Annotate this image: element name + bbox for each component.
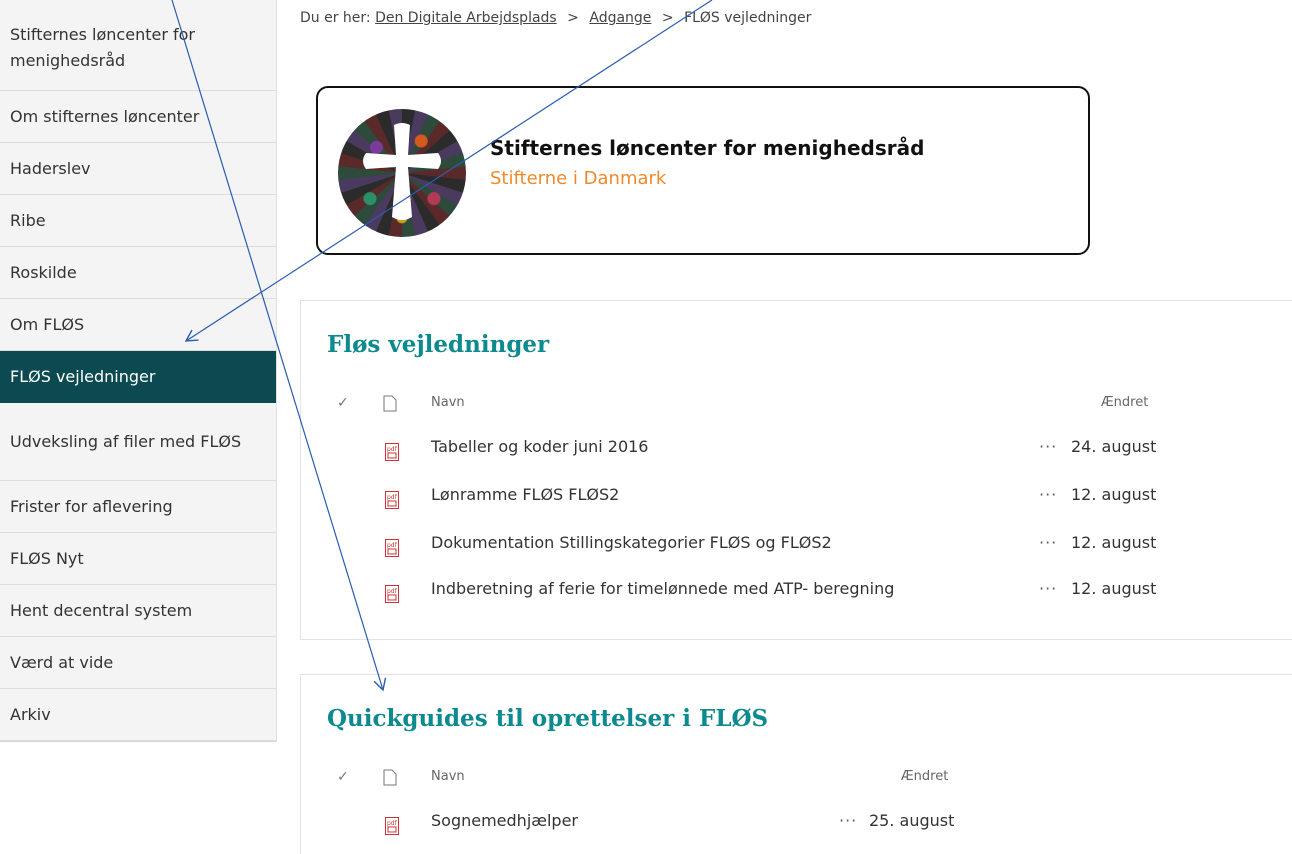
select-all-checkmark-icon[interactable]: ✓ — [337, 395, 349, 411]
nav-item-hent-decentral-system[interactable]: Hent decentral system — [0, 585, 276, 637]
pdf-icon: pdf — [385, 539, 399, 561]
site-banner: Stifternes løncenter for menighedsråd St… — [316, 86, 1090, 255]
more-options-icon[interactable]: ··· — [1039, 533, 1057, 552]
column-header-modified[interactable]: Ændret — [1101, 395, 1148, 410]
document-name-link[interactable]: Sognemedhjælper — [431, 811, 578, 830]
pdf-icon: pdf — [385, 491, 399, 513]
nav-item-label: Roskilde — [10, 262, 77, 282]
modified-date: 25. august — [869, 811, 955, 830]
more-options-icon[interactable]: ··· — [839, 811, 857, 830]
document-name-link[interactable]: Dokumentation Stillingskategorier FLØS o… — [431, 533, 832, 552]
svg-text:pdf: pdf — [387, 588, 398, 595]
document-type-icon[interactable] — [383, 395, 397, 416]
nav-item-om-stifternes-loncenter[interactable]: Om stifternes løncenter — [0, 91, 276, 143]
document-library-quickguides: Quickguides til oprettelser i FLØS ✓ Nav… — [300, 674, 1292, 854]
modified-date: 24. august — [1071, 437, 1157, 456]
nav-item-label: Hent decentral system — [10, 600, 193, 620]
banner-subtitle: Stifterne i Danmark — [490, 168, 667, 189]
svg-text:pdf: pdf — [387, 494, 398, 501]
nav-item-label: Om stifternes løncenter — [10, 106, 200, 126]
library-title[interactable]: Quickguides til oprettelser i FLØS — [327, 705, 768, 732]
document-library-flos-vejledninger: Fløs vejledninger ✓ Navn Ændret pdf Tabe… — [300, 300, 1292, 640]
breadcrumb-prefix: Du er her: — [300, 10, 371, 26]
more-options-icon[interactable]: ··· — [1039, 579, 1057, 598]
nav-item-label: Udveksling af filer med FLØS — [10, 431, 242, 451]
nav-item-label: Haderslev — [10, 158, 91, 178]
pdf-icon: pdf — [385, 585, 399, 607]
nav-item-label: Stifternes løncenter for menighedsråd — [10, 25, 195, 70]
document-name-link[interactable]: Indberetning af ferie for timelønnede me… — [431, 579, 894, 598]
document-row[interactable]: pdf Dokumentation Stillingskategorier FL… — [301, 533, 1292, 573]
select-all-checkmark-icon[interactable]: ✓ — [337, 769, 349, 785]
library-header-row: ✓ Navn Ændret — [301, 395, 1292, 415]
breadcrumb-link-den-digitale-arbejdsplads[interactable]: Den Digitale Arbejdsplads — [375, 10, 557, 26]
breadcrumb-link-adgange[interactable]: Adgange — [589, 10, 651, 26]
modified-date: 12. august — [1071, 579, 1157, 598]
more-options-icon[interactable]: ··· — [1039, 485, 1057, 504]
nav-item-udveksling-af-filer[interactable]: Udveksling af filer med FLØS — [0, 403, 276, 481]
document-row[interactable]: pdf Indberetning af ferie for timelønned… — [301, 579, 1292, 619]
nav-item-label: Arkiv — [10, 704, 51, 724]
breadcrumb-separator: > — [567, 10, 579, 26]
document-row[interactable]: pdf Tabeller og koder juni 2016 ··· 24. … — [301, 437, 1292, 477]
nav-item-label: Værd at vide — [10, 652, 114, 672]
nav-item-om-flos[interactable]: Om FLØS — [0, 299, 276, 351]
nav-item-ribe[interactable]: Ribe — [0, 195, 276, 247]
svg-text:pdf: pdf — [387, 542, 398, 549]
modified-date: 12. august — [1071, 485, 1157, 504]
breadcrumb-current: FLØS vejledninger — [684, 10, 812, 26]
more-options-icon[interactable]: ··· — [1039, 437, 1057, 456]
nav-item-stifternes-loncenter[interactable]: Stifternes løncenter for menighedsråd — [0, 0, 276, 91]
nav-item-flos-nyt[interactable]: FLØS Nyt — [0, 533, 276, 585]
document-row[interactable]: pdf Lønramme FLØS FLØS2 ··· 12. august — [301, 485, 1292, 525]
document-name-link[interactable]: Tabeller og koder juni 2016 — [431, 437, 648, 456]
modified-date: 12. august — [1071, 533, 1157, 552]
document-name-link[interactable]: Lønramme FLØS FLØS2 — [431, 485, 619, 504]
nav-item-flos-vejledninger[interactable]: FLØS vejledninger — [0, 351, 276, 403]
library-header-row: ✓ Navn Ændret — [301, 769, 1292, 789]
pdf-icon: pdf — [385, 443, 399, 465]
document-row[interactable]: pdf Sognemedhjælper ··· 25. august — [301, 811, 1292, 851]
column-header-name[interactable]: Navn — [431, 395, 465, 410]
nav-item-label: FLØS Nyt — [10, 548, 84, 568]
nav-item-frister-for-aflevering[interactable]: Frister for aflevering — [0, 481, 276, 533]
nav-item-label: FLØS vejledninger — [10, 366, 156, 386]
pdf-icon: pdf — [385, 817, 399, 839]
svg-text:pdf: pdf — [387, 820, 398, 827]
breadcrumb: Du er her: Den Digitale Arbejdsplads > A… — [300, 10, 811, 26]
nav-item-arkiv[interactable]: Arkiv — [0, 689, 276, 741]
cross-logo-icon — [338, 109, 466, 237]
library-title[interactable]: Fløs vejledninger — [327, 331, 549, 358]
nav-item-label: Om FLØS — [10, 314, 85, 334]
nav-item-vaerd-at-vide[interactable]: Værd at vide — [0, 637, 276, 689]
column-header-modified[interactable]: Ændret — [901, 769, 948, 784]
banner-title: Stifternes løncenter for menighedsråd — [490, 136, 925, 160]
nav-item-haderslev[interactable]: Haderslev — [0, 143, 276, 195]
document-type-icon[interactable] — [383, 769, 397, 790]
nav-item-label: Ribe — [10, 210, 46, 230]
column-header-name[interactable]: Navn — [431, 769, 465, 784]
left-navigation: Stifternes løncenter for menighedsråd Om… — [0, 0, 277, 742]
nav-item-label: Frister for aflevering — [10, 496, 173, 516]
nav-item-roskilde[interactable]: Roskilde — [0, 247, 276, 299]
breadcrumb-separator: > — [661, 10, 674, 26]
svg-text:pdf: pdf — [387, 446, 398, 453]
